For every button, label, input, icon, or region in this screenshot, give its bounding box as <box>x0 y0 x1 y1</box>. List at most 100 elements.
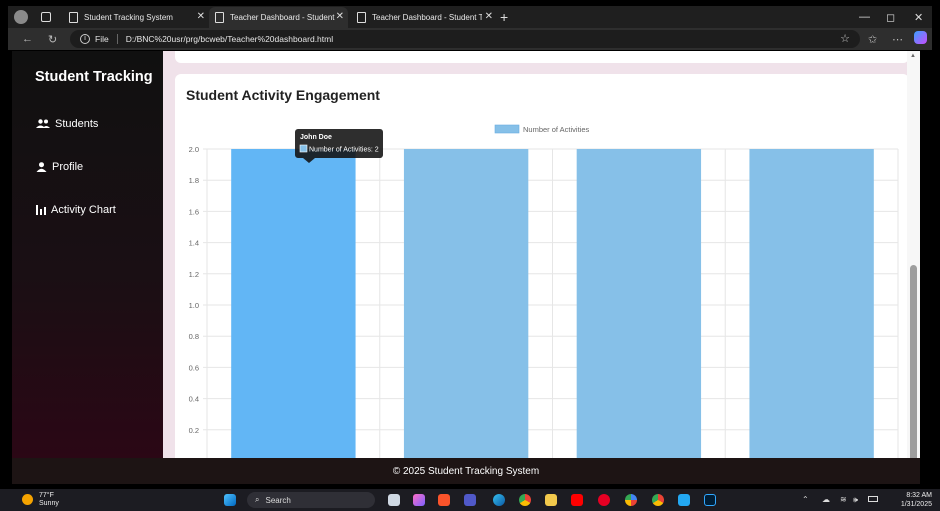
y-tick-label: 1.4 <box>189 239 199 248</box>
bar[interactable] <box>231 149 356 458</box>
more-menu-icon[interactable]: ⋯ <box>892 33 903 46</box>
y-tick-label: 2.0 <box>189 145 199 154</box>
page-icon <box>69 12 78 23</box>
onedrive-icon[interactable]: ☁ <box>822 495 830 504</box>
tab-label: Student Tracking System <box>84 13 173 22</box>
vscode-icon[interactable] <box>678 494 690 506</box>
address-bar[interactable]: i File D:/BNC%20usr/prg/bcweb/Teacher%20… <box>70 30 860 48</box>
footer-text: © 2025 Student Tracking System <box>392 465 540 477</box>
y-tick-label: 1.0 <box>189 301 199 310</box>
windows-taskbar: 77°F Sunny ⌕ Search ⌃ ☁ ≋ 🕪 8:32 AM 1/31… <box>0 489 940 511</box>
y-tick-label: 1.8 <box>189 176 199 185</box>
page-icon <box>357 12 366 23</box>
battery-icon[interactable] <box>868 496 878 502</box>
refresh-icon[interactable]: ↻ <box>48 33 57 46</box>
tab-teacher-dashboard[interactable]: Teacher Dashboard - Student Tra ✕ <box>353 7 493 28</box>
brave-icon[interactable] <box>438 494 450 506</box>
google-icon[interactable] <box>625 494 637 506</box>
tooltip-swatch <box>299 144 308 153</box>
chrome-profile-icon[interactable] <box>652 494 664 506</box>
user-icon <box>36 162 47 172</box>
sidebar-item-profile[interactable]: Profile <box>36 161 83 173</box>
info-icon[interactable]: i <box>80 34 90 44</box>
tab-student-tracking[interactable]: Student Tracking System ✕ <box>65 7 205 28</box>
page-scrollbar[interactable]: ▲ <box>907 51 920 458</box>
bar-chart-icon <box>36 205 46 215</box>
activity-bar-chart[interactable]: 00.20.40.60.81.01.21.41.61.82.0John DoeJ… <box>175 74 909 458</box>
bar[interactable] <box>403 149 529 458</box>
sun-icon <box>22 494 33 505</box>
file-explorer-icon[interactable] <box>545 494 557 506</box>
close-window-button[interactable]: ✕ <box>914 11 923 24</box>
favorite-star-icon[interactable]: ☆ <box>840 32 850 45</box>
close-tab-icon[interactable]: ✕ <box>197 11 205 22</box>
tab-teacher-dashboard-active[interactable]: Teacher Dashboard - Student Tra ✕ <box>209 7 348 28</box>
tab-actions-icon[interactable] <box>41 12 51 22</box>
activity-chart-card: Student Activity Engagement 00.20.40.60.… <box>175 74 909 458</box>
y-tick-label: 0.6 <box>189 363 199 372</box>
clock-time: 8:32 AM <box>906 492 932 499</box>
brand-title: Student Tracking <box>35 69 153 85</box>
users-icon <box>36 119 50 128</box>
pinterest-icon[interactable] <box>598 494 610 506</box>
minimize-button[interactable]: — <box>859 11 870 23</box>
previous-section-card <box>175 51 909 63</box>
y-tick-label: 0.2 <box>189 426 199 435</box>
tab-label: Teacher Dashboard - Student Tra <box>230 13 336 22</box>
y-tick-label: 1.2 <box>189 270 199 279</box>
close-tab-icon[interactable]: ✕ <box>485 11 493 22</box>
chrome-icon[interactable] <box>519 494 531 506</box>
sidebar-item-label: Profile <box>52 161 84 173</box>
y-tick-label: 1.6 <box>189 207 199 216</box>
taskbar-search[interactable]: ⌕ Search <box>247 492 375 508</box>
tooltip-label: Number of Activities: 2 <box>309 147 379 154</box>
scrollbar-thumb[interactable] <box>910 265 917 458</box>
close-tab-icon[interactable]: ✕ <box>336 11 344 22</box>
page-viewport: Student Tracking Students Profile Activi… <box>12 51 920 458</box>
legend-label: Number of Activities <box>523 125 590 134</box>
search-icon: ⌕ <box>255 495 260 504</box>
teams-icon[interactable] <box>464 494 476 506</box>
task-view-icon[interactable] <box>388 494 400 506</box>
youtube-icon[interactable] <box>571 494 583 506</box>
favorites-icon[interactable]: ✩ <box>868 33 877 46</box>
sidebar-item-students[interactable]: Students <box>36 118 98 130</box>
address-url[interactable]: D:/BNC%20usr/prg/bcweb/Teacher%20dashboa… <box>126 34 333 44</box>
page-footer: © 2025 Student Tracking System <box>12 458 920 484</box>
page-icon <box>215 12 224 23</box>
wifi-icon[interactable]: ≋ <box>840 495 847 504</box>
start-windows-icon[interactable] <box>224 494 236 506</box>
photoshop-icon[interactable] <box>704 494 716 506</box>
address-separator <box>116 34 118 44</box>
weather-desc: Sunny <box>39 500 59 507</box>
back-arrow-icon[interactable]: ← <box>22 33 33 45</box>
bar[interactable] <box>749 149 874 458</box>
profile-avatar-icon[interactable] <box>14 10 28 24</box>
edge-icon[interactable] <box>493 494 505 506</box>
tooltip-title: John Doe <box>300 134 332 141</box>
legend-swatch <box>494 124 520 134</box>
sidebar-item-activity-chart[interactable]: Activity Chart <box>36 204 116 216</box>
clock[interactable]: 8:32 AM 1/31/2025 <box>901 491 932 509</box>
y-tick-label: 0.8 <box>189 332 199 341</box>
sidebar: Student Tracking Students Profile Activi… <box>12 51 163 458</box>
tray-chevron-icon[interactable]: ⌃ <box>802 495 809 504</box>
copilot-app-icon[interactable] <box>413 494 425 506</box>
new-tab-button[interactable]: + <box>500 9 508 25</box>
tab-label: Teacher Dashboard - Student Tra <box>372 13 482 22</box>
volume-icon[interactable]: 🕪 <box>853 495 858 505</box>
bar[interactable] <box>576 149 702 458</box>
browser-window: Student Tracking System ✕ Teacher Dashbo… <box>0 0 940 511</box>
tab-bar: Student Tracking System ✕ Teacher Dashbo… <box>8 6 932 28</box>
sidebar-item-label: Activity Chart <box>51 204 116 216</box>
search-placeholder: Search <box>265 495 291 505</box>
weather-temp: 77°F <box>39 492 54 499</box>
address-toolbar: ← ↻ i File D:/BNC%20usr/prg/bcweb/Teache… <box>8 28 932 50</box>
restore-button[interactable]: ◻ <box>886 11 895 24</box>
scroll-up-icon[interactable]: ▲ <box>910 53 916 59</box>
y-tick-label: 0.4 <box>189 395 199 404</box>
weather-widget[interactable]: 77°F Sunny <box>22 492 59 508</box>
copilot-icon[interactable] <box>914 31 927 44</box>
address-scheme: File <box>95 34 109 44</box>
clock-date: 1/31/2025 <box>900 501 932 508</box>
